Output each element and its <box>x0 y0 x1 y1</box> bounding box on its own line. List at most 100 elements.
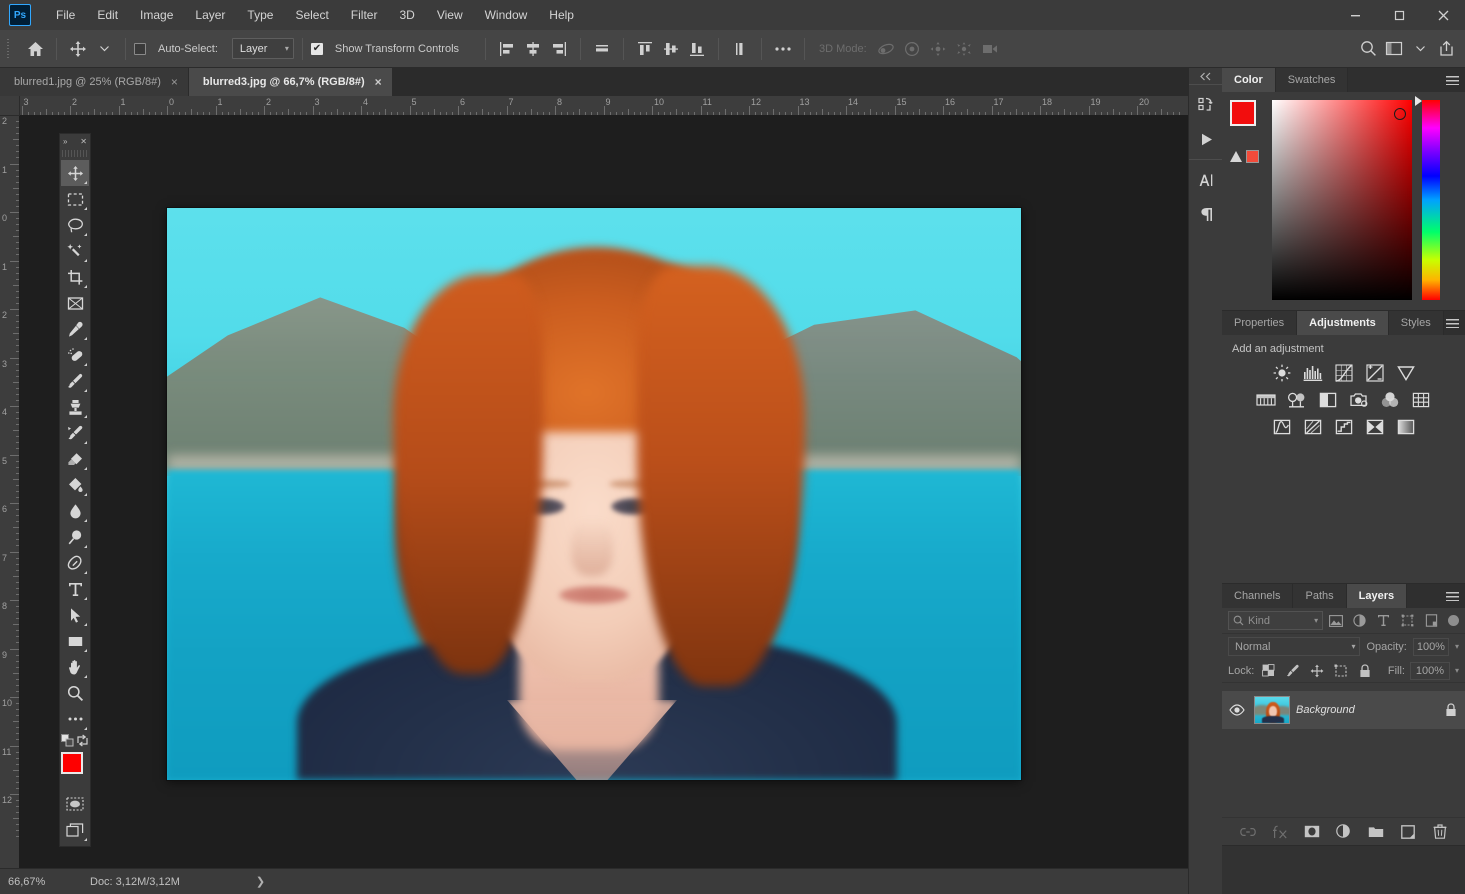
tab-paths[interactable]: Paths <box>1293 584 1346 608</box>
filter-smart-object-icon[interactable] <box>1420 611 1442 631</box>
align-vertical-centers-icon[interactable] <box>658 36 684 62</box>
close-icon[interactable]: ✕ <box>80 137 87 146</box>
levels-icon[interactable] <box>1302 363 1324 383</box>
layer-row-background[interactable]: Background <box>1222 691 1465 729</box>
vibrance-icon[interactable] <box>1395 363 1417 383</box>
lock-icon[interactable] <box>1445 703 1457 717</box>
vertical-ruler[interactable]: 210123456789101112 <box>0 116 20 868</box>
filter-adjustment-icon[interactable] <box>1349 611 1371 631</box>
foreground-color-swatch[interactable] <box>1230 100 1256 126</box>
filter-shape-icon[interactable] <box>1397 611 1419 631</box>
menu-select[interactable]: Select <box>284 3 339 27</box>
status-zoom-level[interactable]: 66,67% <box>0 876 62 888</box>
distribute-vertical-icon[interactable] <box>727 36 753 62</box>
horizontal-ruler[interactable]: 32101234567891011121314151617181920 <box>20 96 1188 116</box>
tool-gradient-tool[interactable] <box>61 472 89 498</box>
tool-pen-tool[interactable] <box>61 550 89 576</box>
tools-panel-grip[interactable] <box>62 150 88 157</box>
menu-edit[interactable]: Edit <box>86 3 129 27</box>
close-icon[interactable]: × <box>171 75 178 89</box>
tool-clone-stamp-tool[interactable] <box>61 394 89 420</box>
tool-object-selection-tool[interactable] <box>61 238 89 264</box>
search-icon[interactable] <box>1355 36 1381 62</box>
fill-value[interactable]: 100% <box>1410 662 1450 680</box>
menu-image[interactable]: Image <box>129 3 184 27</box>
exposure-icon[interactable] <box>1364 363 1386 383</box>
menu-file[interactable]: File <box>45 3 86 27</box>
tool-brush-tool[interactable] <box>61 368 89 394</box>
show-transform-checkbox-box[interactable] <box>311 43 323 55</box>
tool-rectangle-tool[interactable] <box>61 628 89 654</box>
layer-name-label[interactable]: Background <box>1296 704 1439 716</box>
gamut-warning-icon[interactable] <box>1230 151 1242 162</box>
tab-color[interactable]: Color <box>1222 68 1276 92</box>
panel-menu-icon[interactable] <box>1439 584 1465 608</box>
photo-filter-icon[interactable] <box>1348 390 1370 410</box>
blend-mode-dropdown[interactable]: Normal ▾ <box>1228 637 1360 656</box>
character-panel-icon[interactable] <box>1189 163 1223 197</box>
tool-zoom-tool[interactable] <box>61 680 89 706</box>
tab-styles[interactable]: Styles <box>1389 311 1444 335</box>
menu-layer[interactable]: Layer <box>184 3 236 27</box>
curves-icon[interactable] <box>1333 363 1355 383</box>
tool-type-tool[interactable] <box>61 576 89 602</box>
tool-eraser-tool[interactable] <box>61 446 89 472</box>
document-tab-blurred3[interactable]: blurred3.jpg @ 66,7% (RGB/8#) × <box>189 68 393 96</box>
close-icon[interactable]: × <box>375 75 382 89</box>
menu-3d[interactable]: 3D <box>388 3 425 27</box>
opacity-stepper-chevron-icon[interactable]: ▾ <box>1455 642 1459 651</box>
swap-colors-icon[interactable] <box>76 734 89 747</box>
history-panel-icon[interactable] <box>1189 88 1223 122</box>
align-top-edges-icon[interactable] <box>632 36 658 62</box>
minimize-icon[interactable] <box>1333 0 1377 30</box>
tool-crop-tool[interactable] <box>61 264 89 290</box>
filter-toggle-icon[interactable] <box>1448 615 1459 626</box>
black-white-icon[interactable] <box>1317 390 1339 410</box>
tab-channels[interactable]: Channels <box>1222 584 1293 608</box>
align-bottom-edges-icon[interactable] <box>684 36 710 62</box>
tab-properties[interactable]: Properties <box>1222 311 1297 335</box>
new-group-icon[interactable] <box>1367 823 1385 841</box>
tab-swatches[interactable]: Swatches <box>1276 68 1349 92</box>
actions-play-icon[interactable] <box>1189 122 1223 156</box>
hue-slider[interactable] <box>1422 100 1440 300</box>
tool-history-brush-tool[interactable] <box>61 420 89 446</box>
tool-move-tool[interactable] <box>61 160 89 186</box>
channel-mixer-icon[interactable] <box>1379 390 1401 410</box>
tool-spot-healing-brush-tool[interactable] <box>61 342 89 368</box>
document-canvas[interactable] <box>167 208 1021 780</box>
menu-filter[interactable]: Filter <box>340 3 389 27</box>
lock-transparent-pixels-icon[interactable] <box>1259 662 1278 680</box>
eye-icon[interactable] <box>1226 699 1248 721</box>
gamut-warning-color-swatch[interactable] <box>1246 150 1259 163</box>
move-tool-icon[interactable] <box>65 36 91 62</box>
auto-select-checkbox[interactable]: Auto-Select: <box>134 43 224 55</box>
tool-rectangular-marquee-tool[interactable] <box>61 186 89 212</box>
color-picker-field[interactable] <box>1272 100 1412 300</box>
paragraph-panel-icon[interactable] <box>1189 197 1223 231</box>
opacity-value[interactable]: 100% <box>1413 638 1449 656</box>
lock-position-icon[interactable] <box>1307 662 1326 680</box>
collapse-panels-icon[interactable] <box>1189 68 1222 84</box>
align-left-edges-icon[interactable] <box>494 36 520 62</box>
add-layer-mask-icon[interactable] <box>1303 823 1321 841</box>
tool-frame-tool[interactable] <box>61 290 89 316</box>
auto-select-checkbox-box[interactable] <box>134 43 146 55</box>
brightness-contrast-icon[interactable] <box>1271 363 1293 383</box>
layer-filter-kind-dropdown[interactable]: Kind ▾ <box>1228 611 1323 630</box>
arrange-documents-icon[interactable] <box>1381 36 1407 62</box>
panel-menu-icon[interactable] <box>1439 311 1465 335</box>
maximize-icon[interactable] <box>1377 0 1421 30</box>
color-balance-icon[interactable] <box>1286 390 1308 410</box>
menu-view[interactable]: View <box>426 3 474 27</box>
layer-styles-fx-icon[interactable] <box>1271 823 1289 841</box>
tool-lasso-tool[interactable] <box>61 212 89 238</box>
screen-mode-icon[interactable] <box>61 817 89 843</box>
link-layers-icon[interactable] <box>1239 823 1257 841</box>
selective-color-icon[interactable] <box>1364 417 1386 437</box>
quick-mask-icon[interactable] <box>61 791 89 817</box>
layer-thumbnail[interactable] <box>1254 696 1290 724</box>
status-expand-arrow-icon[interactable]: ❯ <box>256 875 265 888</box>
color-picker-marker[interactable] <box>1394 108 1406 120</box>
tool-hand-tool[interactable] <box>61 654 89 680</box>
